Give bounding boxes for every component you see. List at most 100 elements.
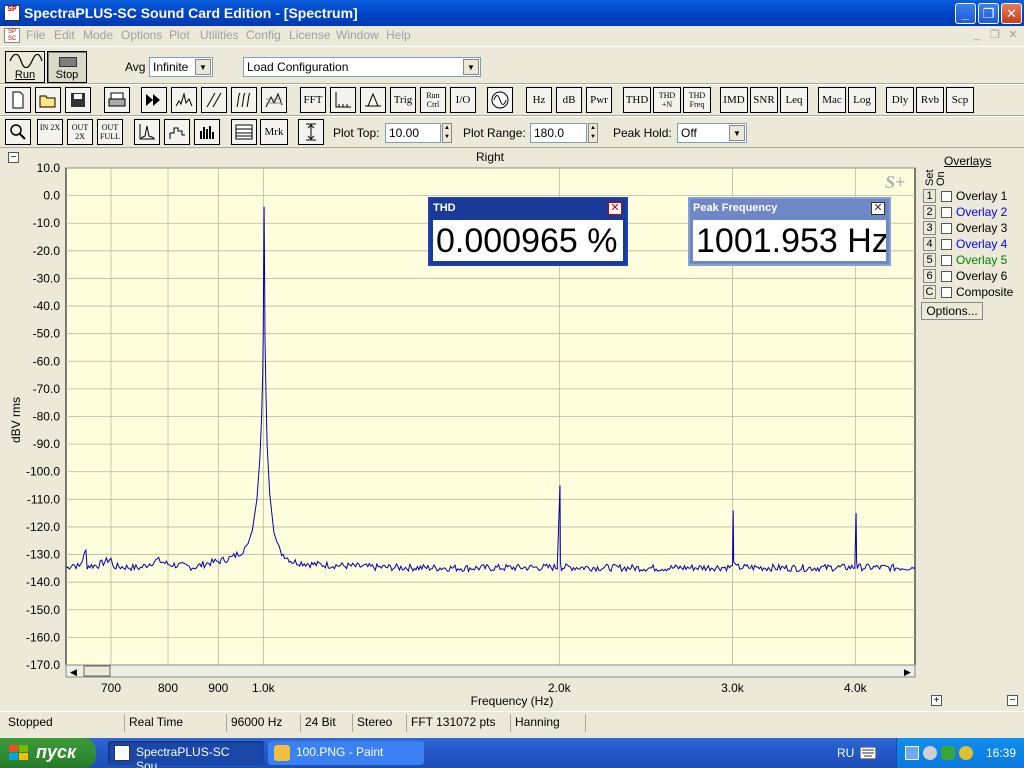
peak-hold-select[interactable]: Off ▼: [677, 123, 747, 143]
collapse-bottom-button[interactable]: −: [1007, 695, 1018, 706]
run-button[interactable]: Run: [5, 51, 45, 83]
spectrum-mode-button[interactable]: [171, 87, 197, 113]
overlay-set-button[interactable]: 5: [923, 253, 936, 267]
plot-top-spinner[interactable]: ▲ ▼: [442, 123, 452, 143]
chevron-down-icon[interactable]: ▼: [463, 59, 479, 75]
overlay-checkbox[interactable]: [941, 223, 952, 234]
new-file-button[interactable]: [5, 87, 31, 113]
mdi-doc-icon[interactable]: SP SC: [4, 28, 20, 43]
close-icon[interactable]: ✕: [608, 202, 622, 215]
fft-button[interactable]: FFT: [300, 87, 326, 113]
overlay-checkbox[interactable]: [941, 191, 952, 202]
time-series-button[interactable]: [201, 87, 227, 113]
spectrogram-button[interactable]: [231, 87, 257, 113]
security-icon[interactable]: [941, 746, 955, 760]
zoom-button[interactable]: [5, 119, 31, 145]
table-button[interactable]: [231, 119, 257, 145]
triangle-button[interactable]: [360, 87, 386, 113]
overlay-row[interactable]: 3 Overlay 3: [922, 221, 1022, 237]
auto-scale-button[interactable]: [298, 119, 324, 145]
overlay-checkbox[interactable]: [941, 255, 952, 266]
generator-button[interactable]: [487, 87, 513, 113]
scale-button[interactable]: [330, 87, 356, 113]
line-plot-button[interactable]: [134, 119, 160, 145]
overlay-row[interactable]: 4 Overlay 4: [922, 237, 1022, 253]
hz-button[interactable]: Hz: [526, 87, 552, 113]
overlay-set-button[interactable]: 6: [923, 269, 936, 283]
dly-button[interactable]: Dly: [886, 87, 914, 113]
thd-button[interactable]: THD: [623, 87, 651, 113]
overlay-row[interactable]: 6 Overlay 6: [922, 269, 1022, 285]
zoom-out-button[interactable]: OUT 2X: [67, 119, 93, 145]
close-button[interactable]: ✕: [1001, 3, 1022, 24]
mdi-restore-button[interactable]: ❐: [988, 29, 1002, 41]
taskbar-item-spectraplus[interactable]: SpectraPLUS-SC Sou...: [108, 741, 264, 768]
menu-window[interactable]: Window: [336, 28, 379, 42]
overlay-set-button[interactable]: 4: [923, 237, 936, 251]
chevron-down-icon[interactable]: ▼: [729, 125, 745, 141]
overlay-set-button[interactable]: 3: [923, 221, 936, 235]
menu-utilities[interactable]: Utilities: [200, 28, 239, 42]
leq-button[interactable]: Leq: [780, 87, 808, 113]
overlays-title[interactable]: Overlays: [944, 154, 991, 168]
config-select[interactable]: Load Configuration ▼: [243, 57, 481, 77]
start-button[interactable]: пуск: [0, 738, 96, 768]
peak-frequency-meter[interactable]: Peak Frequency ✕ 1001.953 Hz: [688, 197, 891, 266]
menu-plot[interactable]: Plot: [169, 28, 190, 42]
expand-button[interactable]: +: [931, 695, 942, 706]
save-button[interactable]: [65, 87, 91, 113]
io-button[interactable]: I/O: [450, 87, 476, 113]
thd-n-button[interactable]: THD +N: [653, 87, 681, 113]
overlay-options-button[interactable]: Options...: [921, 302, 983, 320]
menu-options[interactable]: Options: [121, 28, 162, 42]
avg-select[interactable]: Infinite ▼: [149, 57, 213, 77]
scp-button[interactable]: Scp: [946, 87, 974, 113]
menu-help[interactable]: Help: [386, 28, 411, 42]
overlay-row[interactable]: C Composite: [922, 285, 1022, 301]
overlay-row[interactable]: 2 Overlay 2: [922, 205, 1022, 221]
overlay-row[interactable]: 1 Overlay 1: [922, 189, 1022, 205]
fast-forward-button[interactable]: [141, 87, 167, 113]
pwr-button[interactable]: Pwr: [586, 87, 612, 113]
print-button[interactable]: [104, 87, 130, 113]
minimize-button[interactable]: _: [955, 3, 976, 24]
overlay-checkbox[interactable]: [941, 207, 952, 218]
thd-meter[interactable]: THD ✕ 0.000965 %: [428, 197, 628, 266]
keyboard-icon[interactable]: [860, 747, 876, 759]
chevron-down-icon[interactable]: ▼: [195, 59, 211, 75]
mdi-minimize-button[interactable]: _: [970, 29, 984, 41]
menu-file[interactable]: File: [26, 28, 45, 42]
overlay-checkbox[interactable]: [941, 287, 952, 298]
overlay-checkbox[interactable]: [941, 271, 952, 282]
menu-license[interactable]: License: [289, 28, 330, 42]
restore-button[interactable]: ❐: [978, 3, 999, 24]
imd-button[interactable]: IMD: [720, 87, 748, 113]
zoom-full-button[interactable]: OUT FULL: [97, 119, 123, 145]
thd-freq-button[interactable]: THD Freq: [683, 87, 711, 113]
3d-surface-button[interactable]: [261, 87, 287, 113]
volume-icon[interactable]: [923, 746, 937, 760]
trig-button[interactable]: Trig: [390, 87, 416, 113]
taskbar-item-paint[interactable]: 100.PNG - Paint: [268, 741, 424, 765]
menu-edit[interactable]: Edit: [54, 28, 75, 42]
collapse-top-button[interactable]: −: [8, 152, 19, 163]
plot-range-spinner[interactable]: ▲ ▼: [588, 123, 598, 143]
overlay-row[interactable]: 5 Overlay 5: [922, 253, 1022, 269]
overlay-checkbox[interactable]: [941, 239, 952, 250]
close-icon[interactable]: ✕: [871, 202, 885, 215]
db-button[interactable]: dB: [556, 87, 582, 113]
marker-button[interactable]: Mrk: [260, 119, 288, 145]
mdi-close-button[interactable]: ✕: [1006, 29, 1020, 41]
plot-range-input[interactable]: 180.0: [530, 123, 587, 143]
language-indicator[interactable]: RU: [837, 746, 854, 760]
app-icon[interactable]: SP: [4, 5, 20, 21]
bar-plot-button[interactable]: [194, 119, 220, 145]
snr-button[interactable]: SNR: [750, 87, 778, 113]
zoom-in-button[interactable]: IN 2X: [37, 119, 63, 145]
stop-button[interactable]: Stop: [47, 51, 87, 83]
overlay-set-button[interactable]: 2: [923, 205, 936, 219]
mac-button[interactable]: Mac: [818, 87, 846, 113]
log-button[interactable]: Log: [848, 87, 876, 113]
run-ctrl-button[interactable]: Run Ctrl: [420, 87, 446, 113]
overlay-set-button[interactable]: 1: [923, 189, 936, 203]
